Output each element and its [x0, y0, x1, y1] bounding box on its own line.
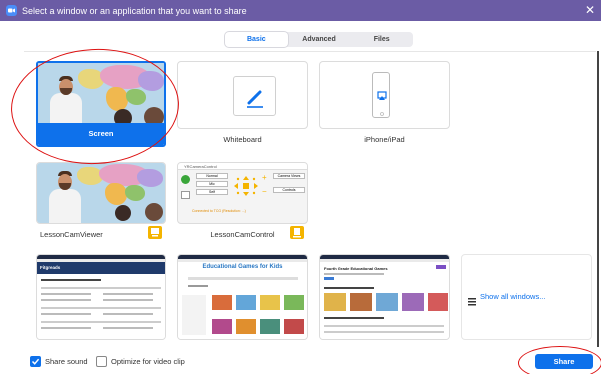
- page1-brand: Fitgreads: [37, 262, 165, 274]
- pencil-icon: [247, 90, 263, 108]
- whiteboard-label: Whiteboard: [223, 135, 262, 144]
- optimize-video-label[interactable]: Optimize for video clip: [111, 357, 185, 366]
- tile-lessoncamcontrol[interactable]: YRCameraControl Normal Mic Self + − Came…: [177, 162, 308, 244]
- window-stack-icon: [468, 293, 476, 306]
- control-btn-mic: Mic: [196, 181, 228, 187]
- control-window-title: YRCameraControl: [178, 163, 307, 170]
- annotation-circle-share: [518, 346, 601, 374]
- map-classroom-image: [37, 163, 165, 223]
- tile-browser-window-3[interactable]: Fourth Grade Educational Games: [319, 254, 450, 340]
- share-sound-checkbox[interactable]: [30, 356, 41, 367]
- tile-lessoncamviewer[interactable]: LessonCamViewer: [36, 162, 166, 244]
- window-title: Select a window or an application that y…: [22, 5, 247, 16]
- share-sound-label[interactable]: Share sound: [45, 357, 88, 366]
- control-btn-controls: Controls: [273, 187, 305, 193]
- browser-thumbnail-3: Fourth Grade Educational Games: [319, 254, 450, 340]
- close-icon[interactable]: ✕: [583, 3, 597, 17]
- phone-icon: [372, 72, 390, 118]
- power-icon: [181, 175, 190, 184]
- share-tabs: Basic Advanced Files: [225, 32, 413, 47]
- page2-heading: Educational Games for Kids: [202, 264, 283, 270]
- zoom-in-icon: +: [262, 173, 267, 182]
- camera-preview-icon: [181, 191, 190, 199]
- zoom-out-icon: −: [262, 187, 267, 196]
- tile-browser-window-2[interactable]: Educational Games for Kids: [177, 254, 308, 340]
- share-screen-dialog: Select a window or an application that y…: [0, 0, 601, 374]
- title-bar: Select a window or an application that y…: [0, 0, 601, 21]
- page3-heading: Fourth Grade Educational Games: [324, 266, 388, 271]
- tile-show-all-windows[interactable]: Show all windows...: [461, 254, 592, 340]
- optimize-video-checkbox[interactable]: [96, 356, 107, 367]
- lessoncam-control-app-icon: [290, 226, 304, 239]
- control-btn-self: Self: [196, 189, 228, 195]
- lessoncam-app-icon: [148, 226, 162, 239]
- checkmark-icon: [31, 358, 40, 365]
- lessoncamviewer-thumbnail: [36, 162, 166, 224]
- tab-advanced[interactable]: Advanced: [288, 32, 351, 47]
- lessoncamcontrol-label: LessonCamControl: [210, 230, 275, 239]
- browser-thumbnail-1: Fitgreads: [36, 254, 166, 340]
- control-btn-normal: Normal: [196, 173, 228, 179]
- tile-browser-window-1[interactable]: Fitgreads: [36, 254, 166, 340]
- bottom-bar: Share sound Optimize for video clip: [0, 352, 601, 374]
- control-btn-camera-views: Camera Views: [273, 173, 305, 179]
- zoom-app-icon: [6, 5, 17, 16]
- tab-files[interactable]: Files: [350, 32, 413, 47]
- show-all-windows-link[interactable]: Show all windows...: [480, 292, 545, 301]
- scrollbar[interactable]: [597, 51, 599, 347]
- browser-thumbnail-2: Educational Games for Kids: [177, 254, 308, 340]
- ptz-arrows-icon: [233, 175, 259, 197]
- control-status-text: Connected to TCG (Resolution: ...): [192, 209, 246, 213]
- lessoncamviewer-label: LessonCamViewer: [40, 230, 103, 239]
- lessoncamcontrol-thumbnail: YRCameraControl Normal Mic Self + − Came…: [177, 162, 308, 224]
- iphone-label: iPhone/iPad: [364, 135, 405, 144]
- tab-basic[interactable]: Basic: [225, 32, 288, 47]
- whiteboard-card: [233, 76, 276, 116]
- airplay-icon: [377, 91, 387, 116]
